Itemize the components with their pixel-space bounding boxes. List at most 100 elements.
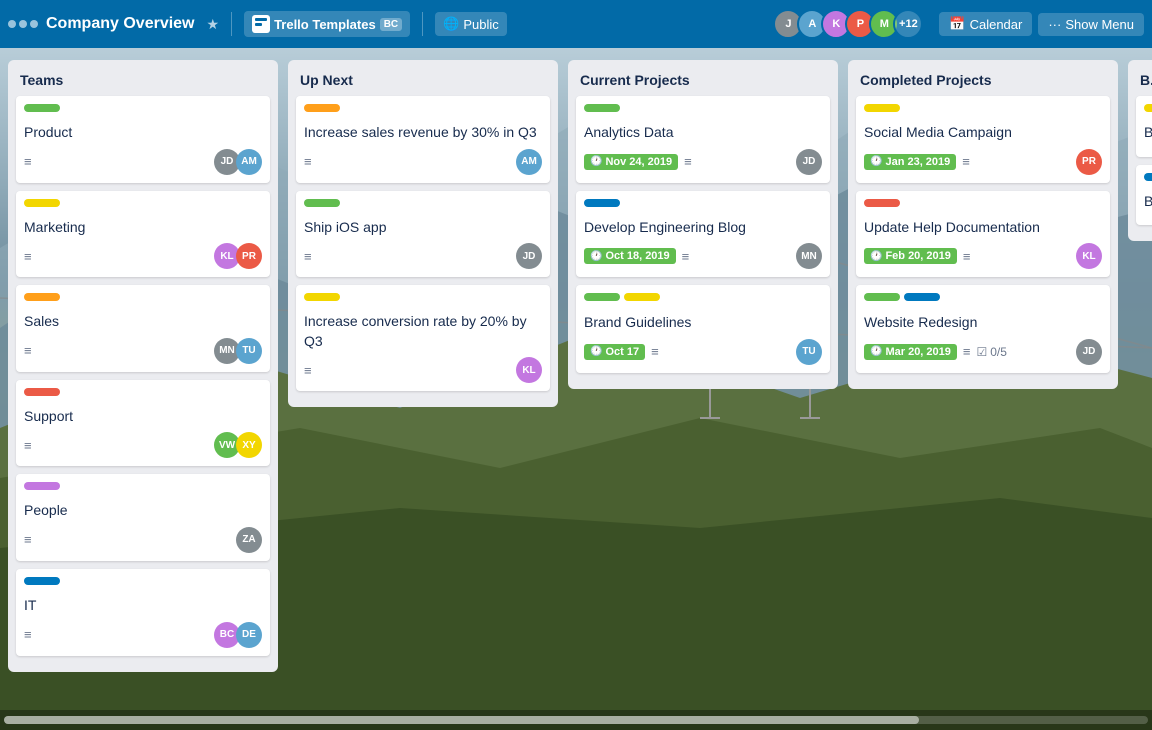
card-label <box>864 199 900 207</box>
scrollbar-track[interactable] <box>4 716 1148 724</box>
card-avatar[interactable]: JD <box>1076 339 1102 365</box>
card-avatar[interactable]: TU <box>236 338 262 364</box>
card-avatar[interactable]: MN <box>796 243 822 269</box>
card-footer: 🕐 Mar 20, 2019≡☑ 0/5JD <box>864 339 1102 365</box>
card-avatar[interactable]: JD <box>796 149 822 175</box>
card-avatars: PR <box>1076 149 1102 175</box>
header: Company Overview ★ Trello Templates BC 🌐… <box>0 0 1152 48</box>
board-title: Company Overview <box>46 15 195 33</box>
card-conversion[interactable]: Increase conversion rate by 20% by Q3≡KL <box>296 285 550 391</box>
card-analytics[interactable]: Analytics Data🕐 Nov 24, 2019≡JD <box>576 96 830 183</box>
card-social-media[interactable]: Social Media Campaign🕐 Jan 23, 2019≡PR <box>856 96 1110 183</box>
card-desc-icon: ≡ <box>304 154 312 169</box>
card-website-redesign[interactable]: Website Redesign🕐 Mar 20, 2019≡☑ 0/5JD <box>856 285 1110 373</box>
template-badge: BC <box>380 18 402 31</box>
header-avatars: J A K P M +12 <box>773 9 923 39</box>
calendar-button[interactable]: 📅 Calendar <box>939 12 1032 36</box>
header-right-buttons: 📅 Calendar ··· Show Menu <box>939 12 1144 36</box>
card-date: 🕐 Oct 17 <box>584 344 645 360</box>
card-avatar[interactable]: AM <box>516 149 542 175</box>
dot-3 <box>30 20 38 28</box>
clock-icon: 🕐 <box>590 346 602 357</box>
header-dots <box>8 20 38 28</box>
card-date: 🕐 Nov 24, 2019 <box>584 154 678 170</box>
card-people[interactable]: People≡ZA <box>16 474 270 561</box>
card-label <box>864 104 900 112</box>
card-date: 🕐 Jan 23, 2019 <box>864 154 956 170</box>
card-avatar[interactable]: PR <box>236 243 262 269</box>
card-avatar[interactable]: TU <box>796 339 822 365</box>
card-meta: ≡ <box>24 532 32 547</box>
card-sales-revenue[interactable]: Increase sales revenue by 30% in Q3≡AM <box>296 96 550 183</box>
card-meta: ≡ <box>24 438 32 453</box>
card-ios-app[interactable]: Ship iOS app≡JD <box>296 191 550 278</box>
card-footer: ≡BCDE <box>24 622 262 648</box>
clock-icon: 🕐 <box>870 156 882 167</box>
card-meta: 🕐 Oct 18, 2019≡ <box>584 248 689 264</box>
column-header-up-next: Up Next <box>296 68 550 96</box>
card-desc-icon: ≡ <box>24 532 32 547</box>
card-avatar[interactable]: KL <box>516 357 542 383</box>
card-avatar[interactable]: ZA <box>236 527 262 553</box>
card-label <box>24 293 60 301</box>
card-desc-icon: ≡ <box>963 344 971 359</box>
card-support[interactable]: Support≡VWXY <box>16 380 270 467</box>
card-desc-icon: ≡ <box>651 344 659 359</box>
trello-icon <box>252 15 270 33</box>
card-brand-guidelines[interactable]: Brand Guidelines🕐 Oct 17≡TU <box>576 285 830 373</box>
public-button[interactable]: 🌐 Public <box>435 12 507 36</box>
card-backlog-1[interactable]: B... C... re... <box>1136 96 1152 157</box>
card-product[interactable]: Product ≡ JDAM <box>16 96 270 183</box>
card-avatar[interactable]: KL <box>1076 243 1102 269</box>
card-footer: ≡KLPR <box>24 243 262 269</box>
star-button[interactable]: ★ <box>207 16 220 33</box>
card-label <box>24 199 60 207</box>
card-avatar[interactable]: JD <box>516 243 542 269</box>
card-label <box>24 388 60 396</box>
card-it[interactable]: IT ≡BCDE <box>16 569 270 656</box>
card-title: IT <box>24 596 262 616</box>
card-date: 🕐 Oct 18, 2019 <box>584 248 676 264</box>
card-title: Increase conversion rate by 20% by Q3 <box>304 312 542 351</box>
card-help-docs[interactable]: Update Help Documentation🕐 Feb 20, 2019≡… <box>856 191 1110 278</box>
card-desc-icon: ≡ <box>24 154 32 169</box>
card-label-blue <box>904 293 940 301</box>
card-avatar[interactable]: AM <box>236 149 262 175</box>
card-marketing[interactable]: Marketing≡KLPR <box>16 191 270 278</box>
card-meta: ≡ <box>304 154 312 169</box>
card-avatar[interactable]: XY <box>236 432 262 458</box>
clock-icon: 🕐 <box>590 251 602 262</box>
card-label-yellow <box>624 293 660 301</box>
card-label <box>24 577 60 585</box>
card-eng-blog[interactable]: Develop Engineering Blog🕐 Oct 18, 2019≡M… <box>576 191 830 278</box>
divider-1 <box>231 12 232 36</box>
card-avatars: ZA <box>236 527 262 553</box>
trello-icon-bar-1 <box>255 18 267 21</box>
card-footer: 🕐 Oct 17 ≡ TU <box>584 339 822 365</box>
calendar-icon: 📅 <box>949 16 965 32</box>
card-title: B... an... de... <box>1144 192 1152 212</box>
avatar-count[interactable]: +12 <box>893 9 923 39</box>
card-title: Product <box>24 123 262 143</box>
card-meta: ≡ <box>24 343 32 358</box>
card-avatar[interactable]: PR <box>1076 149 1102 175</box>
card-label <box>24 104 60 112</box>
show-menu-button[interactable]: ··· Show Menu <box>1038 13 1144 36</box>
dot-2 <box>19 20 27 28</box>
card-footer: ≡MNTU <box>24 338 262 364</box>
column-backlog: B...B... C... re... B... an... de... <box>1128 60 1152 241</box>
card-label <box>1144 104 1152 112</box>
card-avatar[interactable]: DE <box>236 622 262 648</box>
card-footer: ≡VWXY <box>24 432 262 458</box>
trello-templates-button[interactable]: Trello Templates BC <box>244 11 410 37</box>
card-footer: 🕐 Nov 24, 2019≡JD <box>584 149 822 175</box>
scrollbar-area[interactable] <box>0 710 1152 730</box>
card-avatars: AM <box>516 149 542 175</box>
column-header-backlog: B... <box>1136 68 1152 96</box>
scrollbar-thumb[interactable] <box>4 716 919 724</box>
column-teams: TeamsProduct≡JDAMMarketing≡KLPRSales≡MNT… <box>8 60 278 672</box>
card-backlog-2[interactable]: B... an... de... <box>1136 165 1152 226</box>
card-desc-icon: ≡ <box>962 154 970 169</box>
card-sales[interactable]: Sales≡MNTU <box>16 285 270 372</box>
card-avatars: JDAM <box>214 149 262 175</box>
